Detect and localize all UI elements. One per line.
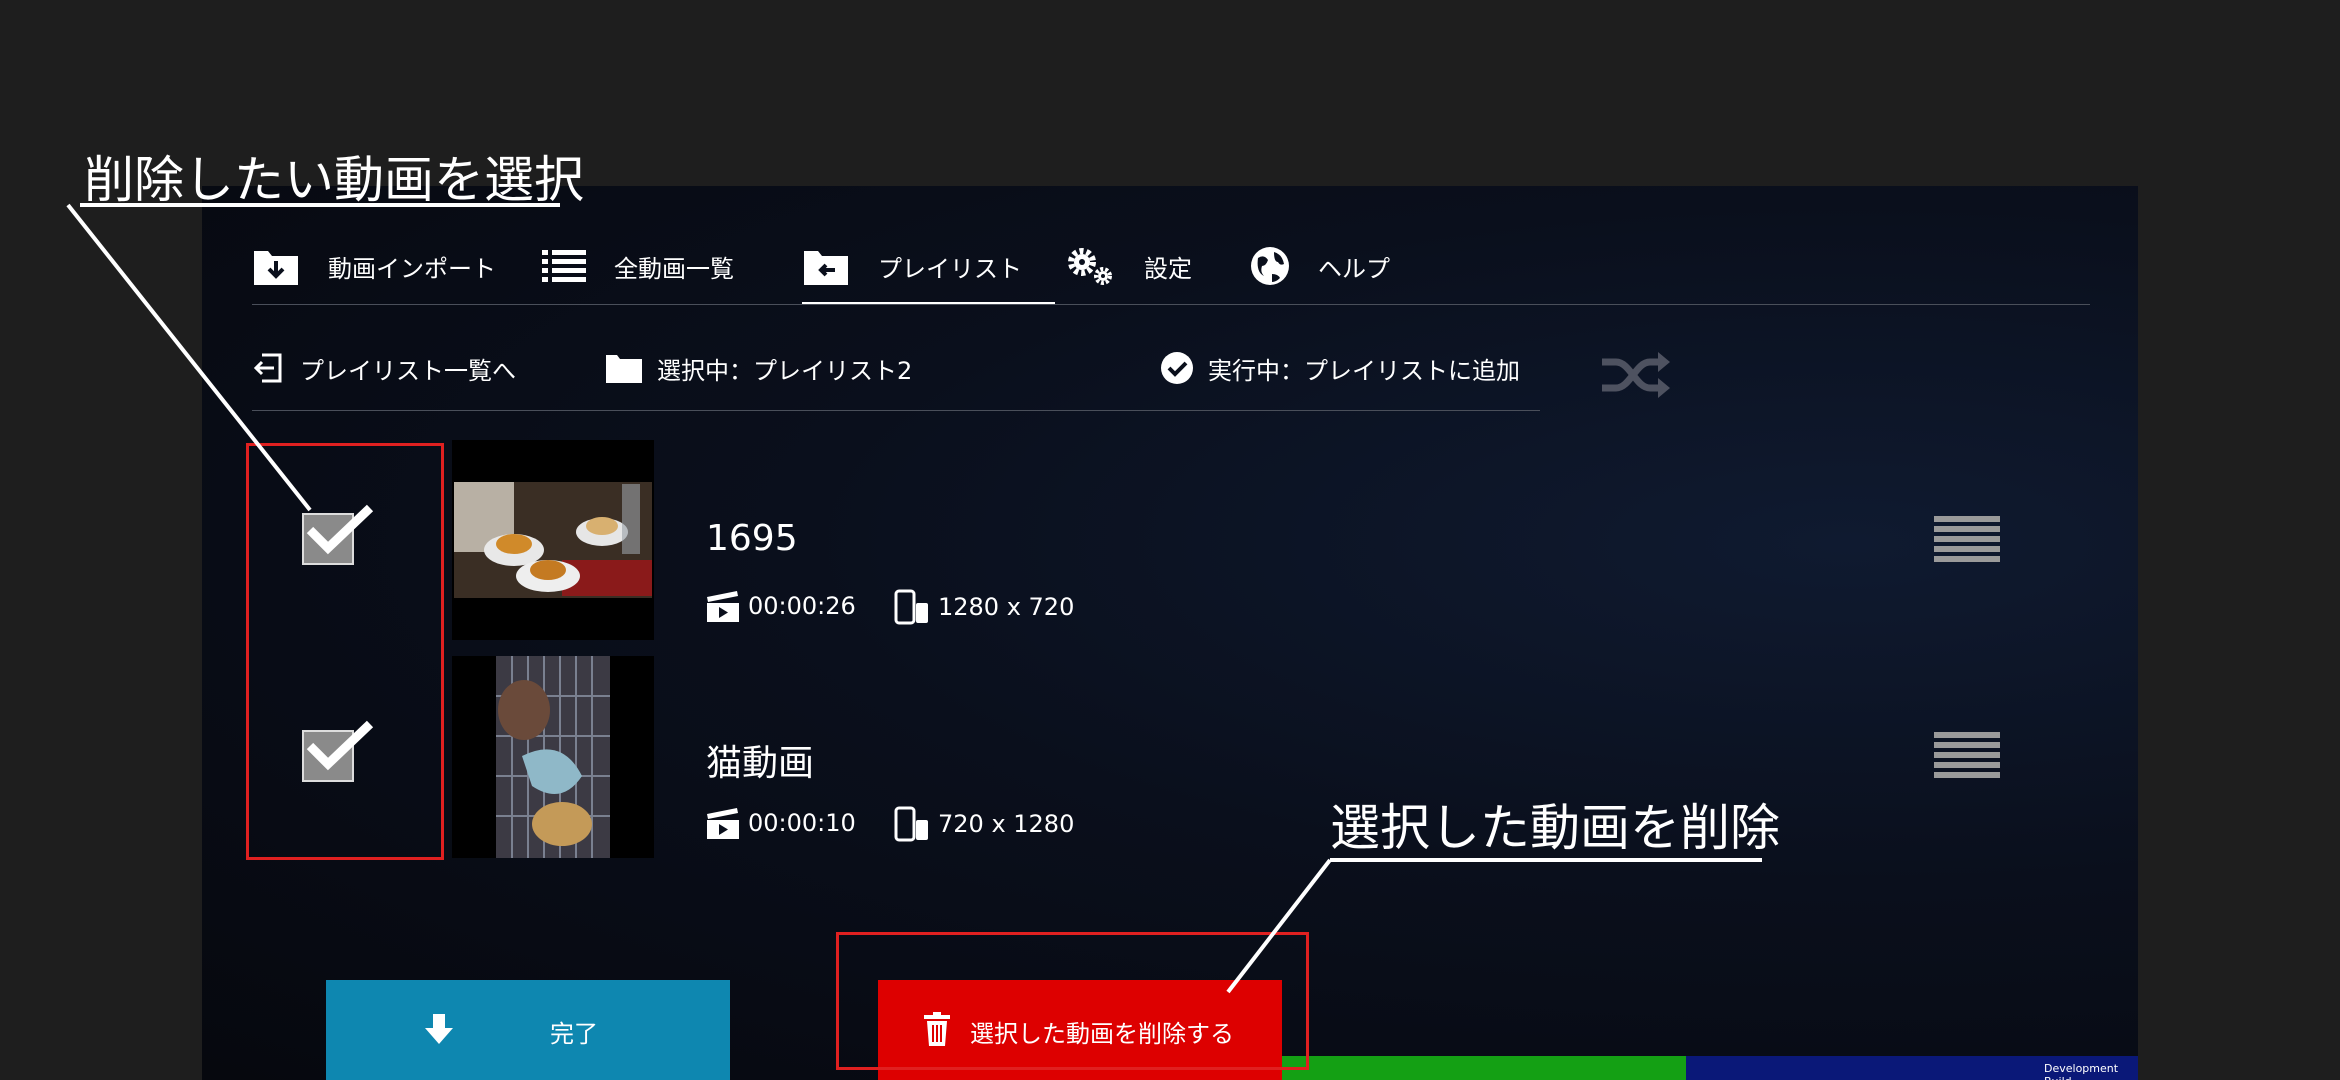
annotation-delete-videos: 選択した動画を削除 bbox=[1330, 799, 1780, 857]
annotation-select-videos: 削除したい動画を選択 bbox=[84, 151, 584, 209]
